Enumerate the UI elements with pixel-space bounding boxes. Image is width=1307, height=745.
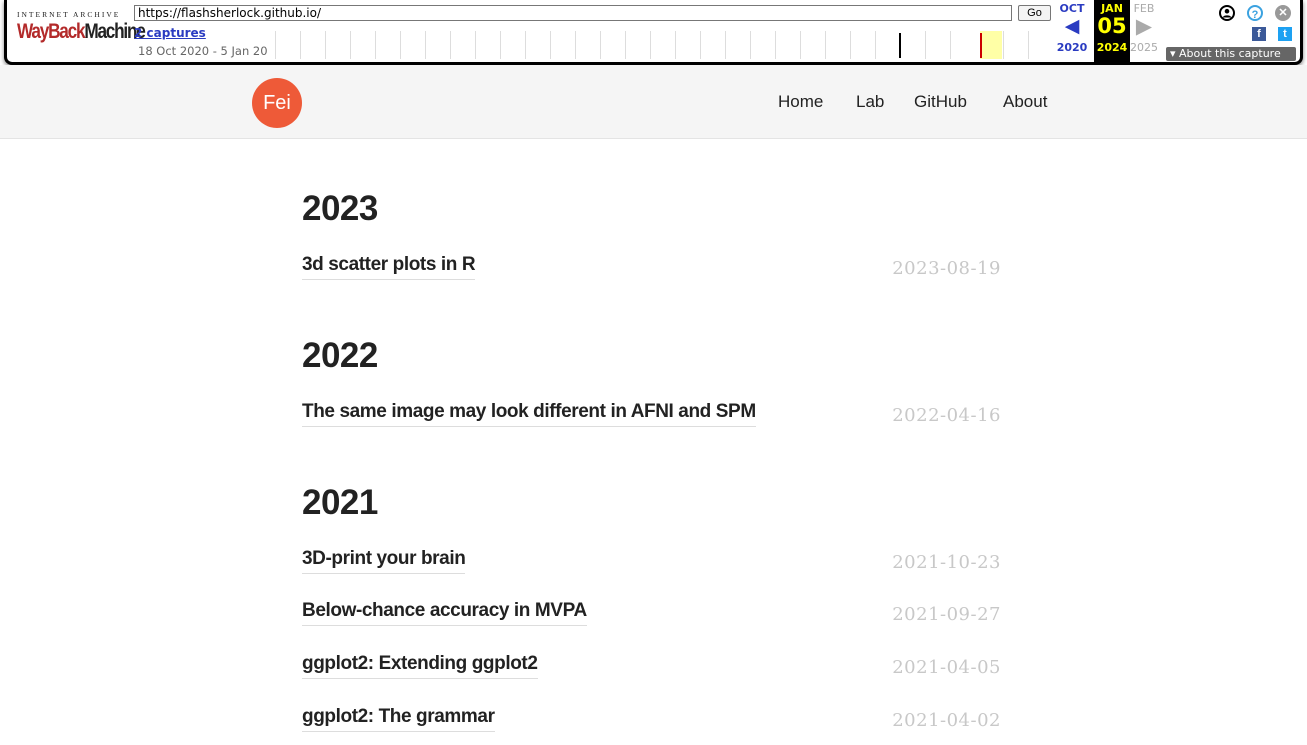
logo-wayback-machine: WayBackMachine [17, 20, 146, 43]
capture-sparkline[interactable] [275, 31, 1052, 59]
current-capture-mark[interactable] [980, 33, 982, 58]
sparkline-tick [725, 31, 726, 59]
avatar-logo[interactable]: Fei [252, 78, 302, 128]
sparkline-tick [1003, 31, 1004, 59]
wayback-toolbar: INTERNET ARCHIVE WayBackMachine https://… [4, 0, 1303, 65]
sparkline-tick [350, 31, 351, 59]
post-title-link[interactable]: ggplot2: Extending ggplot2 [302, 653, 538, 679]
sparkline-tick [300, 31, 301, 59]
sparkline-tick [1028, 31, 1029, 59]
sparkline-tick [800, 31, 801, 59]
nav-lab[interactable]: Lab [856, 92, 884, 112]
post-date: 2021-04-02 [892, 710, 1001, 731]
sparkline-tick [925, 31, 926, 59]
sparkline-tick [400, 31, 401, 59]
sparkline-tick [875, 31, 876, 59]
sparkline-tick [325, 31, 326, 59]
sparkline-tick [475, 31, 476, 59]
post-date: 2023-08-19 [892, 258, 1001, 279]
next-capture: FEB ▶ 2025 [1126, 0, 1162, 62]
sparkline-tick [750, 31, 751, 59]
wayback-icons: ? ✕ [1219, 5, 1304, 25]
capture-mark[interactable] [899, 33, 901, 58]
close-icon[interactable]: ✕ [1275, 5, 1291, 21]
year-heading: 2023 [302, 189, 378, 228]
sparkline-tick [500, 31, 501, 59]
go-button[interactable]: Go [1018, 5, 1051, 21]
help-icon[interactable]: ? [1247, 5, 1263, 21]
nav-github[interactable]: GitHub [914, 92, 967, 112]
prev-month: OCT [1059, 2, 1085, 15]
captures-link[interactable]: 2 captures [134, 26, 206, 40]
logo-internet-archive: INTERNET ARCHIVE [17, 10, 121, 19]
twitter-icon[interactable]: t [1278, 27, 1292, 41]
post-date: 2021-10-23 [892, 552, 1001, 573]
wayback-logo[interactable]: INTERNET ARCHIVE WayBackMachine [17, 10, 146, 44]
nav-about[interactable]: About [1003, 92, 1047, 112]
url-input[interactable]: https://flashsherlock.github.io/ [134, 5, 1012, 21]
year-heading: 2021 [302, 483, 378, 522]
sparkline-tick [600, 31, 601, 59]
capture-range: 18 Oct 2020 - 5 Jan 20 [138, 44, 268, 58]
sparkline-tick [625, 31, 626, 59]
next-arrow-icon: ▶ [1135, 14, 1153, 38]
prev-year[interactable]: 2020 [1054, 41, 1090, 54]
sparkline-tick [425, 31, 426, 59]
sparkline-tick [375, 31, 376, 59]
sparkline-tick [450, 31, 451, 59]
nav-home[interactable]: Home [778, 92, 823, 112]
post-title-link[interactable]: 3d scatter plots in R [302, 254, 476, 280]
sparkline-tick [825, 31, 826, 59]
site-header: Fei Home Lab GitHub About [0, 65, 1307, 139]
sparkline-tick [775, 31, 776, 59]
user-icon[interactable] [1219, 5, 1235, 21]
prev-capture[interactable]: OCT ◀ 2020 [1054, 0, 1090, 62]
post-title-link[interactable]: 3D-print your brain [302, 548, 466, 574]
post-date: 2021-04-05 [892, 657, 1001, 678]
next-year: 2025 [1130, 41, 1158, 54]
post-title-link[interactable]: Below-chance accuracy in MVPA [302, 600, 587, 626]
sparkline-tick [575, 31, 576, 59]
prev-arrow-icon[interactable]: ◀ [1054, 15, 1090, 37]
current-capture: JAN 05 2024 [1094, 0, 1130, 62]
current-day: 05 [1097, 14, 1127, 38]
year-heading: 2022 [302, 336, 378, 375]
post-title-link[interactable]: ggplot2: The grammar [302, 706, 495, 732]
about-capture-button[interactable]: ▾ About this capture [1166, 47, 1296, 61]
sparkline-tick [675, 31, 676, 59]
sparkline-tick [850, 31, 851, 59]
sparkline-tick [550, 31, 551, 59]
facebook-icon[interactable]: f [1252, 27, 1266, 41]
sparkline-tick [700, 31, 701, 59]
post-title-link[interactable]: The same image may look different in AFN… [302, 401, 756, 427]
sparkline-tick [650, 31, 651, 59]
sparkline-tick [950, 31, 951, 59]
user-icon-graphic [1222, 8, 1232, 18]
current-year: 2024 [1096, 41, 1128, 54]
sparkline-tick [525, 31, 526, 59]
post-date: 2021-09-27 [892, 604, 1001, 625]
sparkline-tick [275, 31, 276, 59]
current-year-highlight [980, 31, 1002, 59]
post-date: 2022-04-16 [892, 405, 1001, 426]
